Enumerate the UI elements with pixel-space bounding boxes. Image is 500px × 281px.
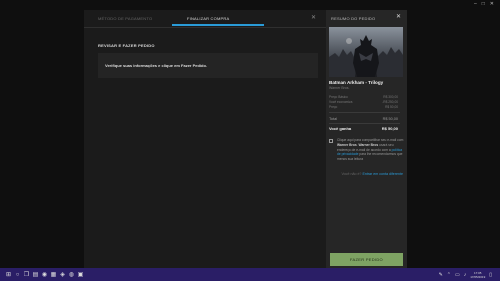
subtotal-label: Total (329, 117, 338, 121)
info-box: Verifique suas informações e clique em F… (98, 53, 318, 78)
price-row-price: Preço R$ 50,00 (329, 105, 398, 109)
game-title: Batman Arkham - Trilogy (329, 80, 384, 85)
total-label: Você ganha (329, 126, 352, 131)
checkout-main-panel: MÉTODO DE PAGAMENTO FINALIZAR COMPRA ✕ R… (84, 10, 326, 269)
price-value: R$ 50,00 (385, 105, 398, 109)
pen-icon[interactable]: ✎ (439, 272, 443, 278)
clock[interactable]: 17:05 17/05/2019 (470, 271, 485, 279)
game-cover-image (329, 27, 403, 77)
start-icon[interactable]: ⊞ (4, 270, 13, 279)
task-view-icon[interactable]: ❐ (22, 270, 31, 279)
price-row-savings: Você economiza -R$ 250,00 (329, 100, 398, 104)
consent-text-part: Clique aqui para compartilhar seu e-mail… (337, 138, 404, 142)
volume-icon[interactable]: ♪ (464, 272, 467, 278)
tab-payment-method[interactable]: MÉTODO DE PAGAMENTO (98, 16, 152, 21)
price-label: Você economiza (329, 100, 353, 104)
search-icon[interactable]: ○ (13, 270, 22, 279)
taskbar: ⊞ ○ ❐ ▤ ◉ ▦ ◈ ◍ ▣ ✎ ⌃ ▭ ♪ 17:05 17/05/20… (0, 268, 500, 281)
clock-date: 17/05/2019 (470, 274, 486, 279)
divider (329, 112, 400, 113)
place-order-button[interactable]: FAZER PEDIDO (330, 253, 403, 266)
price-label: Preço (329, 105, 338, 109)
publisher: Warner Bros. (329, 86, 350, 90)
consent-separator: . (356, 142, 358, 147)
store-icon[interactable]: ▦ (49, 270, 58, 279)
divider (329, 123, 400, 124)
app-icon[interactable]: ◍ (67, 270, 76, 279)
subtotal-row: Total R$ 50,00 (329, 117, 398, 121)
app-icon[interactable]: ◈ (58, 270, 67, 279)
info-message: Verifique suas informações e clique em F… (105, 63, 208, 68)
close-icon[interactable]: ✕ (396, 13, 401, 20)
chevron-up-icon[interactable]: ⌃ (447, 272, 451, 278)
window-controls: – □ ✕ (0, 0, 500, 8)
active-tab-indicator (172, 24, 264, 26)
price-row-base: Preço Básico R$ 300,00 (329, 95, 398, 99)
summary-title: RESUMO DO PEDIDO (331, 16, 376, 21)
order-summary-panel: RESUMO DO PEDIDO ✕ Batman Arkham - Trilo… (326, 10, 407, 269)
minimize-icon[interactable]: – (474, 1, 477, 7)
maximize-icon[interactable]: □ (482, 1, 485, 7)
section-title: REVISAR E FAZER PEDIDO (98, 43, 155, 48)
price-label: Preço Básico (329, 95, 348, 99)
close-icon[interactable]: ✕ (311, 14, 316, 21)
consent-text: Clique aqui para compartilhar seu e-mail… (337, 138, 404, 162)
switch-account-prefix: Você não é? (341, 172, 362, 176)
consent-brand: Warner Bros (358, 142, 379, 147)
price-value: -R$ 250,00 (382, 100, 398, 104)
total-row: Você ganha R$ 50,00 (329, 126, 398, 131)
system-tray: ✎ ⌃ ▭ ♪ 17:05 17/05/2019 ▯ (439, 269, 492, 280)
network-icon[interactable]: ▭ (455, 272, 460, 278)
file-explorer-icon[interactable]: ▤ (31, 270, 40, 279)
switch-account: Você não é? Entrar em conta diferente (326, 172, 407, 176)
consent-checkbox[interactable] (329, 139, 333, 143)
notification-icon[interactable]: ▯ (489, 272, 492, 278)
price-value: R$ 300,00 (383, 95, 398, 99)
checkout-dialog: MÉTODO DE PAGAMENTO FINALIZAR COMPRA ✕ R… (84, 10, 407, 269)
consent-brand: Warner Bros (337, 142, 357, 147)
browser-icon[interactable]: ◉ (40, 270, 49, 279)
screen: – □ ✕ MÉTODO DE PAGAMENTO FINALIZAR COMP… (0, 0, 500, 281)
total-value: R$ 50,00 (381, 126, 398, 131)
tab-finalize-purchase[interactable]: FINALIZAR COMPRA (187, 16, 229, 21)
switch-account-link[interactable]: Entrar em conta diferente (362, 172, 403, 176)
close-icon[interactable]: ✕ (490, 1, 494, 7)
subtotal-value: R$ 50,00 (382, 117, 398, 121)
epic-games-icon[interactable]: ▣ (76, 270, 85, 279)
checkout-tabs: MÉTODO DE PAGAMENTO FINALIZAR COMPRA ✕ (84, 10, 326, 28)
